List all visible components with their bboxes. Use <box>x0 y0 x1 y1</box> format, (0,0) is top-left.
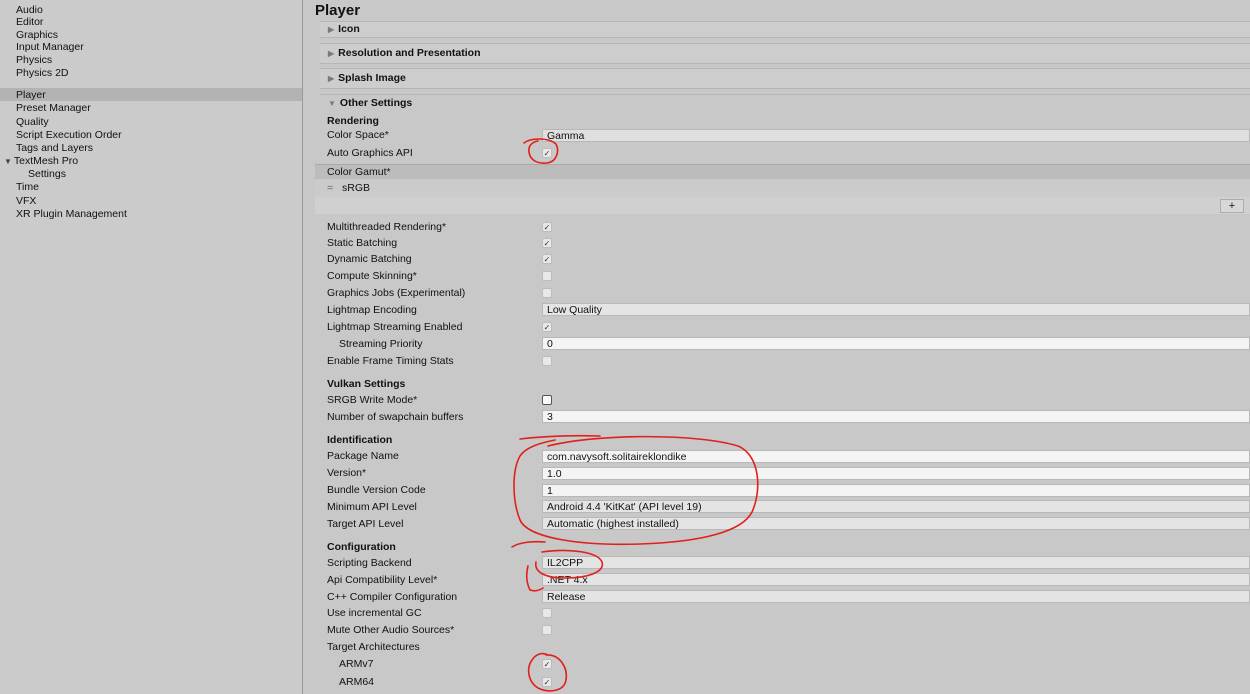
section-vulkan-settings: Vulkan Settings <box>327 378 406 390</box>
lightmap-streaming-label: Lightmap Streaming Enabled <box>327 321 463 333</box>
color-gamut-list-footer: + <box>315 197 1250 214</box>
sidebar-item-preset-manager[interactable]: Preset Manager <box>16 102 91 114</box>
frame-timing-stats-checkbox[interactable] <box>542 356 552 366</box>
armv7-checkbox[interactable]: ✓ <box>542 659 552 669</box>
sidebar-item-player[interactable]: Player <box>16 89 46 101</box>
sidebar-item-textmesh-pro[interactable]: ▼ TextMesh Pro <box>4 155 78 167</box>
sidebar-item-script-execution-order[interactable]: Script Execution Order <box>16 129 122 141</box>
foldout-label: Splash Image <box>338 72 406 84</box>
foldout-label: Resolution and Presentation <box>338 47 481 59</box>
frame-timing-stats-label: Enable Frame Timing Stats <box>327 355 454 367</box>
collapsed-arrow-icon: ▶ <box>328 74 335 83</box>
sidebar-item-label: TextMesh Pro <box>13 155 79 167</box>
package-name-label: Package Name <box>327 450 399 462</box>
version-label: Version* <box>327 467 367 479</box>
sidebar-item-quality[interactable]: Quality <box>16 116 49 128</box>
section-configuration: Configuration <box>327 541 396 553</box>
static-batching-checkbox[interactable]: ✓ <box>542 238 552 248</box>
auto-graphics-api-checkbox[interactable]: ✓ <box>542 148 552 158</box>
add-gamut-button[interactable]: + <box>1220 199 1244 213</box>
color-space-label: Color Space* <box>327 129 389 141</box>
lightmap-encoding-dropdown[interactable]: Low Quality <box>542 303 1250 316</box>
api-compatibility-level-label: Api Compatibility Level* <box>327 574 438 586</box>
sidebar-item-xr-plugin-management[interactable]: XR Plugin Management <box>16 208 127 220</box>
color-gamut-item-label: sRGB <box>342 182 371 194</box>
streaming-priority-label: Streaming Priority <box>339 338 423 350</box>
target-api-level-label: Target API Level <box>327 518 404 530</box>
srgb-write-mode-label: SRGB Write Mode* <box>327 394 418 406</box>
expanded-arrow-icon: ▼ <box>328 99 336 108</box>
swapchain-buffers-label: Number of swapchain buffers <box>327 411 464 423</box>
collapsed-arrow-icon: ▶ <box>328 25 335 34</box>
scripting-backend-dropdown[interactable]: IL2CPP <box>542 556 1250 569</box>
sidebar-item-audio[interactable]: Audio <box>16 4 43 16</box>
api-compatibility-level-dropdown[interactable]: .NET 4.x <box>542 573 1250 586</box>
target-architectures-label: Target Architectures <box>327 641 420 653</box>
dynamic-batching-label: Dynamic Batching <box>327 253 412 265</box>
foldout-label: Other Settings <box>339 97 413 109</box>
srgb-write-mode-checkbox[interactable] <box>542 395 552 405</box>
incremental-gc-label: Use incremental GC <box>327 607 422 619</box>
sidebar-item-editor[interactable]: Editor <box>16 16 43 28</box>
graphics-jobs-checkbox[interactable] <box>542 288 552 298</box>
color-gamut-list-header: Color Gamut* <box>315 164 1250 179</box>
swapchain-buffers-input[interactable]: 3 <box>542 410 1250 423</box>
sidebar-item-tags-and-layers[interactable]: Tags and Layers <box>16 142 93 154</box>
foldout-arrow-icon[interactable]: ▼ <box>4 157 12 166</box>
armv7-label: ARMv7 <box>339 658 374 670</box>
scripting-backend-label: Scripting Backend <box>327 557 412 569</box>
target-api-level-dropdown[interactable]: Automatic (highest installed) <box>542 517 1250 530</box>
minimum-api-level-label: Minimum API Level <box>327 501 417 513</box>
foldout-label: Icon <box>338 23 360 35</box>
package-name-input[interactable]: com.navysoft.solitaireklondike <box>542 450 1250 463</box>
static-batching-label: Static Batching <box>327 237 398 249</box>
sidebar-item-textmesh-settings[interactable]: Settings <box>28 168 66 180</box>
minimum-api-level-dropdown[interactable]: Android 4.4 'KitKat' (API level 19) <box>542 500 1250 513</box>
version-input[interactable]: 1.0 <box>542 467 1250 480</box>
multithreaded-rendering-label: Multithreaded Rendering* <box>327 221 447 233</box>
streaming-priority-input[interactable]: 0 <box>542 337 1250 350</box>
page-title: Player <box>315 2 361 19</box>
foldout-splash-image[interactable]: ▶ Splash Image <box>320 68 1250 89</box>
mute-audio-sources-checkbox[interactable] <box>542 625 552 635</box>
sidebar-item-input-manager[interactable]: Input Manager <box>16 41 84 53</box>
compute-skinning-checkbox[interactable] <box>542 271 552 281</box>
auto-graphics-api-label: Auto Graphics API <box>327 147 413 159</box>
multithreaded-rendering-checkbox[interactable]: ✓ <box>542 222 552 232</box>
color-gamut-label: Color Gamut* <box>327 166 391 178</box>
cpp-compiler-configuration-dropdown[interactable]: Release <box>542 590 1250 603</box>
cpp-compiler-configuration-label: C++ Compiler Configuration <box>327 591 458 603</box>
bundle-version-code-label: Bundle Version Code <box>327 484 426 496</box>
section-rendering: Rendering <box>327 115 379 127</box>
lightmap-encoding-label: Lightmap Encoding <box>327 304 417 316</box>
sidebar-splitter[interactable] <box>304 0 314 694</box>
sidebar-item-physics-2d[interactable]: Physics 2D <box>16 67 69 79</box>
section-identification: Identification <box>327 434 393 446</box>
foldout-icon[interactable]: ▶ Icon <box>320 21 1250 38</box>
color-space-dropdown[interactable]: Gamma <box>542 129 1250 142</box>
sidebar-item-time[interactable]: Time <box>16 181 39 193</box>
arm64-checkbox[interactable]: ✓ <box>542 677 552 687</box>
arm64-label: ARM64 <box>339 676 375 688</box>
sidebar-item-physics[interactable]: Physics <box>16 54 52 66</box>
drag-handle-icon[interactable]: = <box>327 182 333 195</box>
sidebar-item-graphics[interactable]: Graphics <box>16 29 58 41</box>
color-gamut-list-item[interactable]: = sRGB <box>315 180 1250 197</box>
player-settings-panel: Player ▶ Icon ▶ Resolution and Presentatio… <box>315 0 1250 694</box>
foldout-other-settings[interactable]: ▼ Other Settings <box>320 94 1250 111</box>
compute-skinning-label: Compute Skinning* <box>327 270 417 282</box>
collapsed-arrow-icon: ▶ <box>328 49 335 58</box>
foldout-resolution[interactable]: ▶ Resolution and Presentation <box>320 43 1250 64</box>
mute-audio-sources-label: Mute Other Audio Sources* <box>327 624 455 636</box>
incremental-gc-checkbox[interactable] <box>542 608 552 618</box>
lightmap-streaming-checkbox[interactable]: ✓ <box>542 322 552 332</box>
bundle-version-code-input[interactable]: 1 <box>542 484 1250 497</box>
graphics-jobs-label: Graphics Jobs (Experimental) <box>327 287 466 299</box>
dynamic-batching-checkbox[interactable]: ✓ <box>542 254 552 264</box>
project-settings-sidebar: Audio Editor Graphics Input Manager Phys… <box>0 0 303 694</box>
sidebar-item-vfx[interactable]: VFX <box>16 195 36 207</box>
